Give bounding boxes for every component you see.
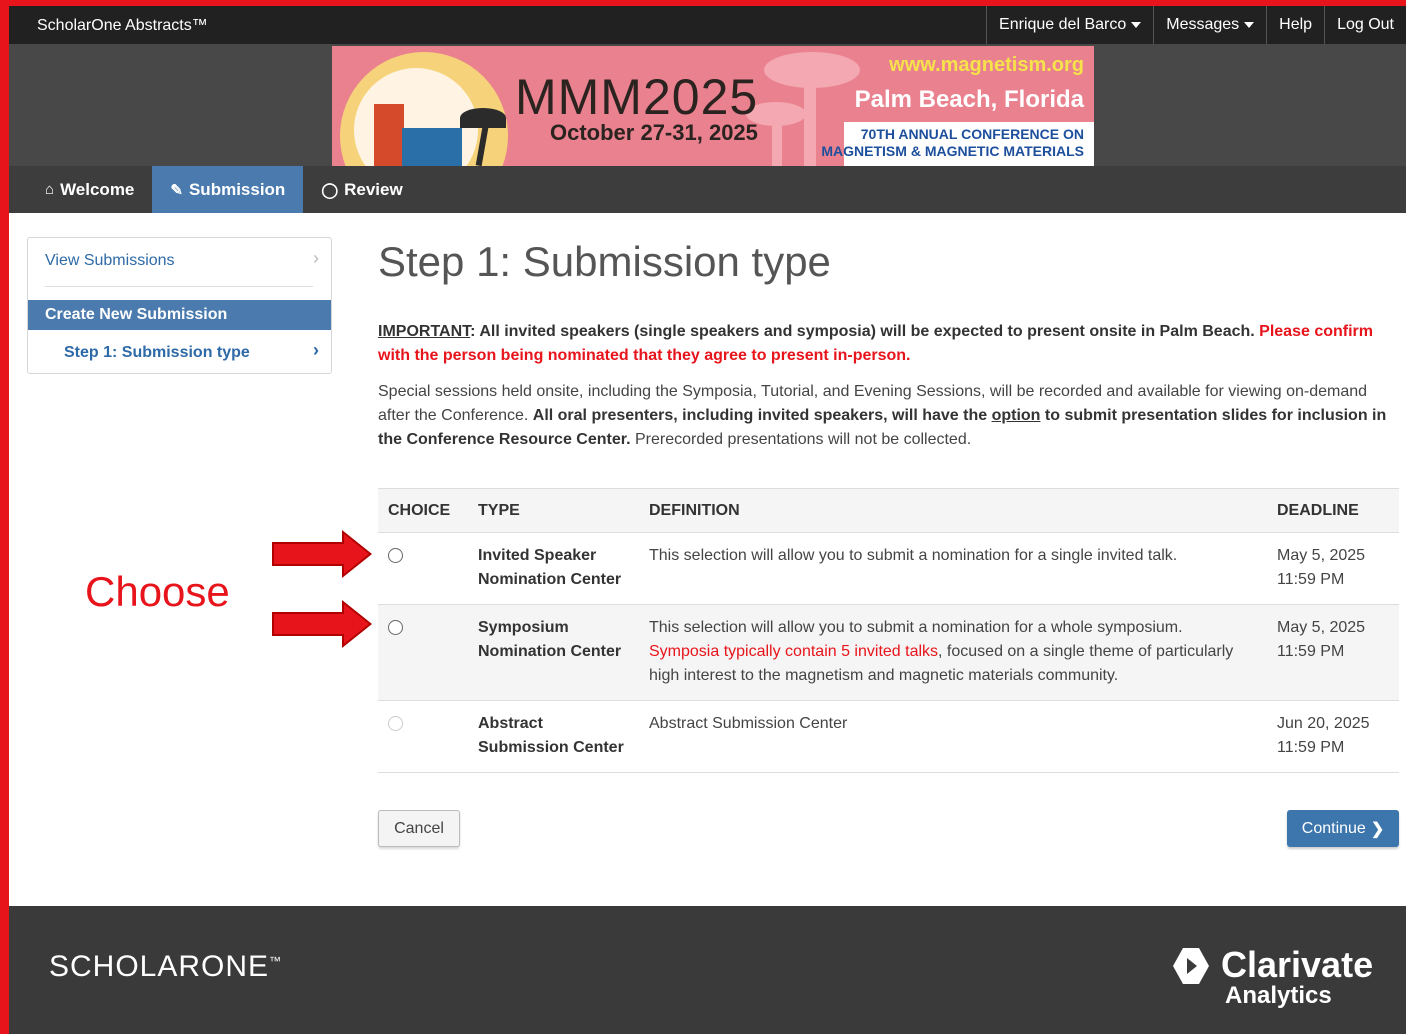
- sidebar-item-step1[interactable]: Step 1: Submission type: [64, 344, 250, 362]
- event-name: MMM2025: [515, 69, 759, 125]
- chevron-right-icon: ❯: [1370, 820, 1385, 838]
- top-nav: Enrique del Barco Messages Help Log Out: [986, 6, 1406, 44]
- scholarone-text: SCHOLARONE: [49, 950, 270, 983]
- sidebar-item-view-submissions[interactable]: View Submissions: [45, 252, 175, 270]
- deadline-date: May 5, 2025: [1277, 619, 1366, 636]
- header-deadline: DEADLINE: [1267, 488, 1399, 533]
- type-line1: Invited Speaker: [478, 547, 597, 564]
- messages-label: Messages: [1166, 16, 1240, 33]
- event-city: Palm Beach, Florida: [854, 86, 1084, 113]
- footer: SCHOLARONE™ Clarivate Analytics: [9, 906, 1406, 1034]
- radio-invited-speaker[interactable]: [388, 548, 403, 563]
- definition-red: Symposia typically contain 5 invited tal…: [649, 643, 939, 660]
- deadline-time: 11:59 PM: [1277, 643, 1345, 660]
- definition: Abstract Submission Center: [649, 715, 848, 732]
- type-line2: Submission Center: [478, 739, 624, 756]
- clarivate-icon: [1173, 948, 1209, 984]
- logout-link[interactable]: Log Out: [1324, 6, 1406, 44]
- chevron-right-icon: ›: [313, 340, 319, 360]
- pencil-icon: ✎: [170, 181, 183, 199]
- red-frame-left: [0, 0, 9, 1034]
- clarivate-sub: Analytics: [1225, 982, 1332, 1009]
- deadline-date: Jun 20, 2025: [1277, 715, 1370, 732]
- deadline-time: 11:59 PM: [1277, 739, 1345, 756]
- important-text: : All invited speakers (single speakers …: [470, 323, 1260, 340]
- header-type: TYPE: [468, 488, 639, 533]
- tab-review[interactable]: ◯ Review: [303, 166, 420, 213]
- caret-down-icon: [1131, 22, 1142, 28]
- continue-button[interactable]: Continue ❯: [1287, 810, 1399, 847]
- continue-label: Continue: [1301, 819, 1366, 837]
- deadline-time: 11:59 PM: [1277, 571, 1345, 588]
- arrow-right-icon: [272, 530, 372, 578]
- sidebar: View Submissions › Create New Submission…: [27, 237, 332, 374]
- help-link[interactable]: Help: [1266, 6, 1324, 44]
- table-row: Invited Speaker Nomination Center This se…: [378, 532, 1399, 605]
- arrow-right-icon: [272, 600, 372, 648]
- important-label: IMPORTANT: [378, 323, 471, 340]
- type-line1: Symposium: [478, 619, 569, 636]
- info-bold: All oral presenters, including invited s…: [532, 407, 992, 424]
- info-text-2: Prerecorded presentations will not be co…: [630, 431, 972, 448]
- definition: This selection will allow you to submit …: [649, 547, 1178, 564]
- definition: This selection will allow you to submit …: [649, 619, 1183, 636]
- caret-down-icon: [1244, 22, 1255, 28]
- info-notice: Special sessions held onsite, including …: [378, 380, 1398, 452]
- tab-welcome[interactable]: ⌂ Welcome: [27, 166, 152, 213]
- tab-review-label: Review: [344, 179, 403, 199]
- table-row: Abstract Submission Center Abstract Submi…: [378, 700, 1399, 773]
- header-definition: DEFINITION: [639, 488, 1267, 533]
- app-brand: ScholarOne Abstracts™: [37, 17, 208, 34]
- conference-line1: 70TH ANNUAL CONFERENCE ON: [860, 126, 1084, 142]
- type-line2: Nomination Center: [478, 643, 622, 660]
- radio-abstract[interactable]: [388, 716, 403, 731]
- sidebar-divider: [45, 286, 313, 287]
- trademark: ™: [269, 954, 283, 968]
- event-dates: October 27-31, 2025: [550, 120, 758, 145]
- user-menu-label: Enrique del Barco: [999, 16, 1127, 33]
- scholarone-logo: SCHOLARONE™: [49, 950, 282, 984]
- tab-submission[interactable]: ✎ Submission: [152, 166, 304, 213]
- home-icon: ⌂: [45, 181, 55, 198]
- info-option: option: [991, 407, 1041, 424]
- radio-symposium[interactable]: [388, 620, 403, 635]
- header-choice: CHOICE: [378, 488, 468, 533]
- comment-icon: ◯: [321, 181, 339, 199]
- type-line1: Abstract: [478, 715, 543, 732]
- tab-welcome-label: Welcome: [60, 179, 135, 199]
- important-notice: IMPORTANT: All invited speakers (single …: [378, 320, 1398, 368]
- table-row: Symposium Nomination Center This selectio…: [378, 604, 1399, 701]
- banner-area: MMM2025 October 27-31, 2025 www.magnetis…: [9, 44, 1406, 166]
- deadline-date: May 5, 2025: [1277, 547, 1366, 564]
- page-title: Step 1: Submission type: [378, 238, 831, 285]
- sidebar-item-create-new[interactable]: Create New Submission: [28, 300, 331, 330]
- event-url: www.magnetism.org: [889, 54, 1084, 76]
- chevron-right-icon: ›: [313, 248, 319, 268]
- conference-banner: MMM2025 October 27-31, 2025 www.magnetis…: [332, 46, 1094, 166]
- cancel-button[interactable]: Cancel: [378, 810, 460, 847]
- clarivate-name: Clarivate: [1221, 944, 1374, 985]
- user-menu[interactable]: Enrique del Barco: [986, 6, 1153, 44]
- tab-submission-label: Submission: [188, 179, 286, 199]
- lighthouse-graphic: [374, 104, 404, 166]
- type-line2: Nomination Center: [478, 571, 622, 588]
- conference-line2: MAGNETISM & MAGNETIC MATERIALS: [821, 143, 1084, 159]
- submission-type-table: CHOICE TYPE DEFINITION DEADLINE Invited …: [378, 488, 1399, 773]
- choose-annotation: Choose: [85, 568, 230, 615]
- top-bar: ScholarOne Abstracts™ Enrique del Barco …: [9, 6, 1406, 44]
- main-nav: ⌂ Welcome ✎ Submission ◯ Review: [9, 166, 1406, 213]
- building-graphic: [402, 128, 462, 166]
- messages-menu[interactable]: Messages: [1153, 6, 1266, 44]
- small-palm-leaves: [460, 108, 506, 128]
